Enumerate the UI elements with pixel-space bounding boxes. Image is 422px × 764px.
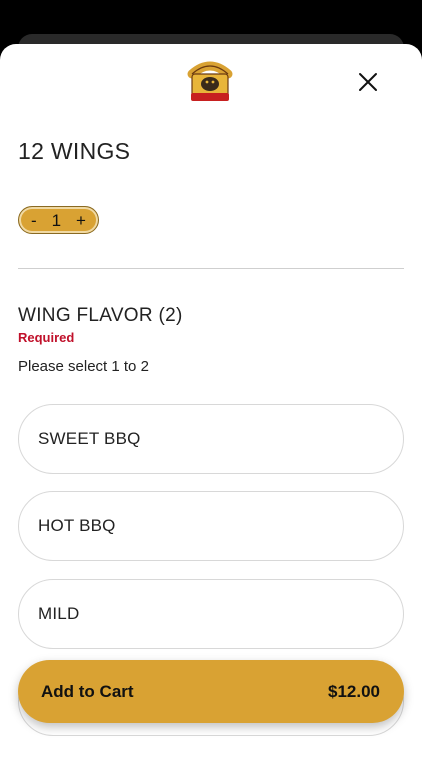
quantity-stepper[interactable]: - 1 + <box>18 206 99 234</box>
flavor-option-mild[interactable]: MILD <box>18 579 404 649</box>
flavor-option-hot-bbq[interactable]: HOT BBQ <box>18 491 404 561</box>
close-button[interactable] <box>354 68 382 96</box>
quantity-value: 1 <box>51 210 62 230</box>
add-to-cart-button[interactable]: Add to Cart $12.00 <box>18 660 404 723</box>
option-label: SWEET BBQ <box>38 429 141 448</box>
add-to-cart-label: Add to Cart <box>41 681 134 701</box>
section-divider <box>18 268 404 269</box>
increase-quantity-button[interactable]: + <box>76 212 86 229</box>
close-icon <box>359 73 377 91</box>
item-detail-sheet: 12 WINGS - 1 + WING FLAVOR (2) Required … <box>0 44 422 764</box>
brand-logo <box>186 60 234 106</box>
option-label: HOT BBQ <box>38 516 116 535</box>
selection-hint: Please select 1 to 2 <box>18 358 149 375</box>
required-label: Required <box>18 330 75 345</box>
option-label: MILD <box>38 604 80 623</box>
flavor-option-sweet-bbq[interactable]: SWEET BBQ <box>18 404 404 474</box>
cart-price: $12.00 <box>328 681 380 701</box>
item-title: 12 WINGS <box>18 138 131 164</box>
modifier-group-title: WING FLAVOR (2) <box>18 305 183 326</box>
decrease-quantity-button[interactable]: - <box>31 212 37 229</box>
